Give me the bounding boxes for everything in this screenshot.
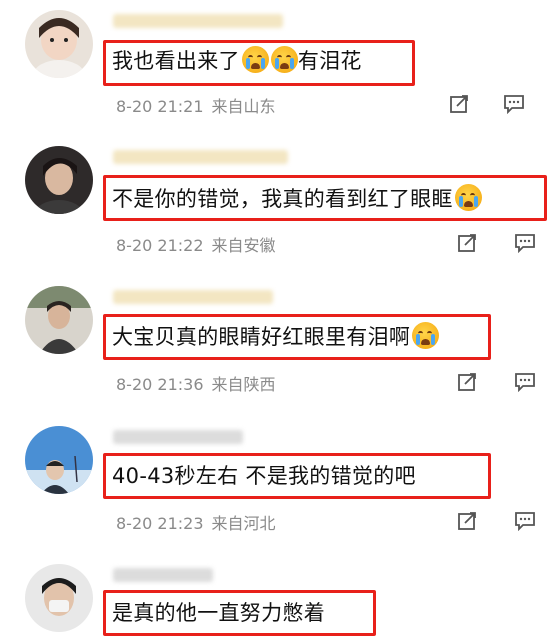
comment-meta: 8-20 21:36 来自陕西 (116, 371, 276, 395)
comment-location: 来自河北 (211, 514, 276, 533)
username-blurred (113, 14, 283, 28)
sky-avatar-icon (25, 426, 93, 494)
share-icon[interactable] (449, 94, 469, 114)
comment-time: 8-20 21:23 (116, 514, 204, 533)
comment-icon[interactable] (514, 511, 536, 531)
crying-emoji-icon (241, 46, 269, 73)
share-icon[interactable] (457, 233, 477, 253)
comment-meta: 8-20 21:21 来自山东 (116, 93, 276, 117)
avatar[interactable] (25, 286, 93, 354)
crying-emoji-icon (270, 46, 298, 73)
comment-location: 来自陕西 (211, 375, 276, 394)
username-blurred (113, 150, 288, 164)
comment-icon[interactable] (514, 233, 536, 253)
child-avatar-icon (25, 10, 93, 78)
username-blurred (113, 290, 273, 304)
comment-text: 不是你的错觉，我真的看到红了眼眶 (112, 184, 482, 214)
comment-icon[interactable] (503, 94, 525, 114)
crying-emoji-icon (412, 322, 440, 349)
username-blurred (113, 568, 213, 582)
comment-text: 我也看出来了 有泪花 (112, 46, 362, 76)
comment-text: 40-43秒左右 不是我的错觉的吧 (112, 464, 416, 488)
comment-location: 来自山东 (211, 97, 276, 116)
avatar[interactable] (25, 426, 93, 494)
person-avatar-icon (25, 564, 93, 632)
share-icon[interactable] (457, 372, 477, 392)
comment-time: 8-20 21:21 (116, 97, 204, 116)
crying-emoji-icon (454, 184, 482, 211)
comment-text: 是真的他一直努力憋着 (112, 601, 325, 625)
avatar[interactable] (25, 564, 93, 632)
person-avatar-icon (25, 286, 93, 354)
avatar[interactable] (25, 10, 93, 78)
comment-time: 8-20 21:36 (116, 375, 204, 394)
comment-meta: 8-20 21:23 来自河北 (116, 510, 276, 534)
username-blurred (113, 430, 243, 444)
comment-text: 大宝贝真的眼睛好红眼里有泪啊 (112, 322, 440, 352)
comment-time: 8-20 21:22 (116, 236, 204, 255)
avatar[interactable] (25, 146, 93, 214)
comment-meta: 8-20 21:22 来自安徽 (116, 232, 276, 256)
share-icon[interactable] (457, 511, 477, 531)
comment-location: 来自安徽 (211, 236, 276, 255)
person-avatar-icon (25, 146, 93, 214)
comment-icon[interactable] (514, 372, 536, 392)
